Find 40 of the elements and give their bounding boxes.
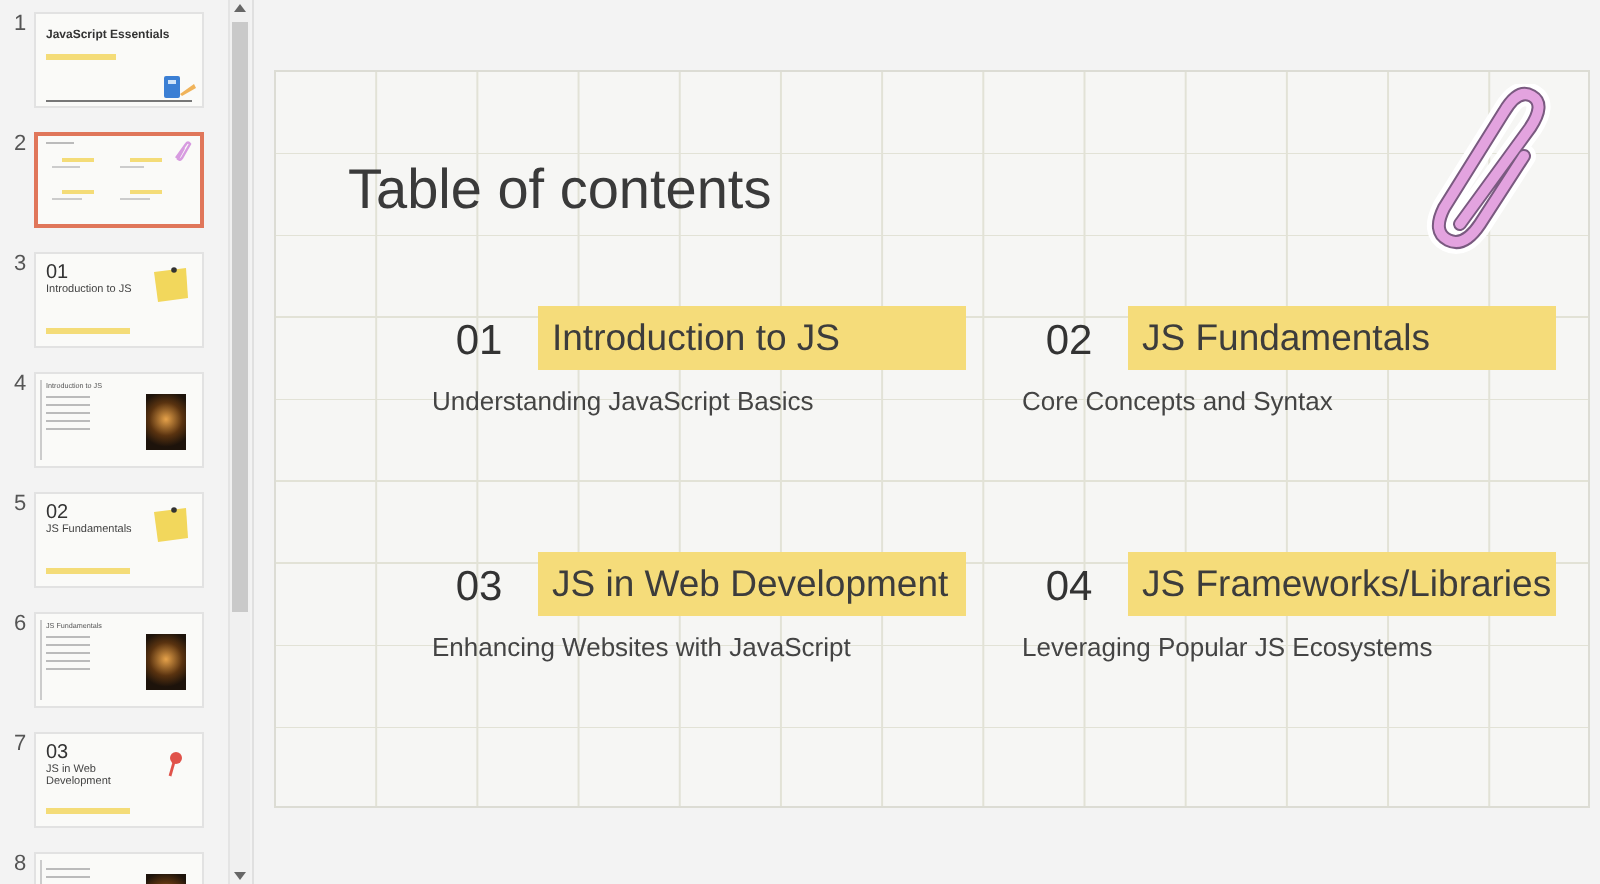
pushpin-icon (166, 750, 182, 778)
slide-title: Table of contents (348, 158, 774, 222)
slide-number: 6 (12, 612, 29, 640)
section-title: JS Fundamentals (1128, 306, 1556, 370)
section-title: JS in Web Development (538, 552, 966, 616)
scroll-down-icon (232, 868, 248, 884)
slide-number: 3 (12, 252, 29, 280)
section-subtitle: Understanding JavaScript Basics (432, 386, 816, 416)
slide-number: 8 (12, 852, 29, 880)
scroll-up-icon (232, 0, 248, 16)
subtitle-bar (46, 808, 130, 814)
section-number: 02 (1043, 316, 1095, 366)
slide-thumbnail[interactable] (34, 132, 204, 228)
section-number: 03 (453, 562, 505, 612)
section-number: 01 (453, 316, 505, 366)
thumbnail-heading: 03 (46, 742, 71, 764)
section-subtitle: Core Concepts and Syntax (1022, 386, 1335, 416)
section-title: Introduction to JS (538, 306, 966, 370)
slide-number: 4 (12, 372, 29, 400)
paperclip-icon (172, 140, 192, 162)
photo-placeholder (146, 634, 186, 690)
agenda-miniature-drawing (46, 142, 166, 202)
section-subtitle: Leveraging Popular JS Ecosystems (1022, 632, 1435, 662)
book-icon (164, 74, 196, 98)
scrollbar-thumb[interactable] (232, 22, 248, 612)
thumbnail-heading: 01 (46, 262, 71, 284)
sticky-note-icon (148, 506, 190, 544)
section-subtitle: Enhancing Websites with JavaScript (432, 632, 853, 662)
slide-number: 2 (12, 132, 29, 160)
subtitle-bar (46, 568, 130, 574)
slide-number: 5 (12, 492, 29, 520)
sticky-note-icon (148, 266, 190, 304)
slide-number: 7 (12, 732, 29, 760)
slide-number: 1 (12, 12, 29, 40)
photo-placeholder (146, 394, 186, 450)
section-number: 04 (1043, 562, 1095, 612)
subtitle-bar (46, 54, 116, 60)
subtitle-bar (46, 328, 130, 334)
thumbnail-heading: 02 (46, 502, 71, 524)
section-title: JS Frameworks/Libraries (1128, 552, 1556, 616)
